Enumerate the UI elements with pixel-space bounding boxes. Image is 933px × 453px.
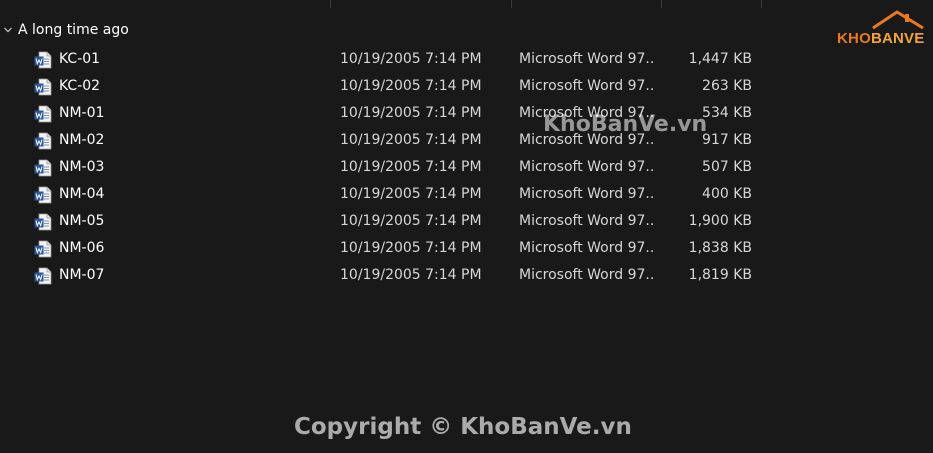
file-date: 10/19/2005 7:14 PM	[340, 132, 482, 148]
group-title: A long time ago	[18, 22, 129, 38]
file-row[interactable]: NM-05 10/19/2005 7:14 PM Microsoft Word …	[0, 208, 933, 235]
file-row[interactable]: NM-06 10/19/2005 7:14 PM Microsoft Word …	[0, 235, 933, 262]
logo-part-banve: BANVE	[870, 30, 925, 47]
word-document-icon	[34, 159, 52, 177]
file-name[interactable]: NM-06	[59, 235, 104, 262]
file-date: 10/19/2005 7:14 PM	[340, 78, 482, 94]
file-name[interactable]: KC-01	[59, 46, 100, 73]
file-type: Microsoft Word 97...	[519, 267, 653, 283]
word-document-icon	[34, 78, 52, 96]
file-row[interactable]: NM-04 10/19/2005 7:14 PM Microsoft Word …	[0, 181, 933, 208]
file-date: 10/19/2005 7:14 PM	[340, 51, 482, 67]
word-document-icon	[34, 51, 52, 69]
file-type: Microsoft Word 97...	[519, 240, 653, 256]
word-document-icon	[34, 267, 52, 285]
file-list: KC-01 10/19/2005 7:14 PM Microsoft Word …	[0, 46, 933, 289]
file-type: Microsoft Word 97...	[519, 213, 653, 229]
column-divider-date[interactable]	[511, 0, 512, 8]
file-row[interactable]: NM-03 10/19/2005 7:14 PM Microsoft Word …	[0, 154, 933, 181]
copyright-watermark: Copyright © KhoBanVe.vn	[294, 414, 632, 440]
file-row[interactable]: NM-02 10/19/2005 7:14 PM Microsoft Word …	[0, 127, 933, 154]
logo: KHOBANVE	[835, 8, 927, 54]
file-date: 10/19/2005 7:14 PM	[340, 213, 482, 229]
file-row[interactable]: NM-01 10/19/2005 7:14 PM Microsoft Word …	[0, 100, 933, 127]
file-explorer-view: ^ A long time ago KC-01 10/19/2005 7:14 …	[0, 0, 933, 453]
file-name[interactable]: NM-01	[59, 100, 104, 127]
file-type: Microsoft Word 97...	[519, 51, 653, 67]
file-size: 1,819 KB	[688, 267, 752, 283]
file-size: 1,900 KB	[688, 213, 752, 229]
column-divider-name[interactable]	[330, 0, 331, 8]
file-name[interactable]: NM-07	[59, 262, 104, 289]
file-size: 400 KB	[702, 186, 752, 202]
file-name[interactable]: NM-03	[59, 154, 104, 181]
file-type: Microsoft Word 97...	[519, 186, 653, 202]
file-name[interactable]: NM-05	[59, 208, 104, 235]
file-date: 10/19/2005 7:14 PM	[340, 240, 482, 256]
logo-part-kho: KHO	[837, 30, 871, 47]
column-divider-type[interactable]	[661, 0, 662, 8]
word-document-icon	[34, 186, 52, 204]
column-divider-size[interactable]	[761, 0, 762, 8]
file-type: Microsoft Word 97...	[519, 159, 653, 175]
file-name[interactable]: NM-04	[59, 181, 104, 208]
file-name[interactable]: KC-02	[59, 73, 100, 100]
word-document-icon	[34, 240, 52, 258]
sort-indicator-icon: ^	[526, 0, 534, 5]
file-row[interactable]: NM-07 10/19/2005 7:14 PM Microsoft Word …	[0, 262, 933, 289]
file-size: 507 KB	[702, 159, 752, 175]
file-type: Microsoft Word 97...	[519, 78, 653, 94]
file-row[interactable]: KC-01 10/19/2005 7:14 PM Microsoft Word …	[0, 46, 933, 73]
file-size: 1,838 KB	[688, 240, 752, 256]
group-header[interactable]: A long time ago	[0, 18, 320, 42]
file-size: 1,447 KB	[688, 51, 752, 67]
file-size: 263 KB	[702, 78, 752, 94]
word-document-icon	[34, 132, 52, 150]
word-document-icon	[34, 105, 52, 123]
file-row[interactable]: KC-02 10/19/2005 7:14 PM Microsoft Word …	[0, 73, 933, 100]
word-document-icon	[34, 213, 52, 231]
file-date: 10/19/2005 7:14 PM	[340, 159, 482, 175]
file-date: 10/19/2005 7:14 PM	[340, 267, 482, 283]
file-date: 10/19/2005 7:14 PM	[340, 186, 482, 202]
file-name[interactable]: NM-02	[59, 127, 104, 154]
chevron-down-icon[interactable]	[1, 23, 15, 37]
watermark-text: KhoBanVe.vn	[543, 112, 708, 137]
logo-wordmark: KHOBANVE	[837, 30, 924, 47]
file-date: 10/19/2005 7:14 PM	[340, 105, 482, 121]
